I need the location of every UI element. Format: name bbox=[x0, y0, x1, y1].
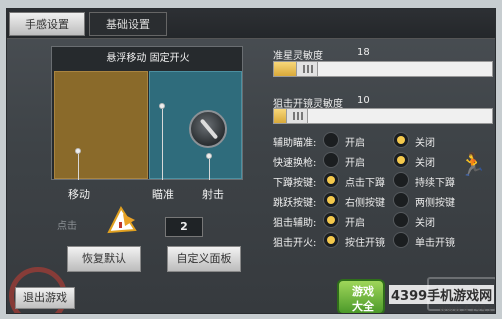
option-a-text: 右侧按键 bbox=[345, 198, 385, 209]
watermark-logo: 游戏 大全 bbox=[337, 279, 385, 313]
reset-default-button[interactable]: 恢复默认 bbox=[67, 246, 141, 272]
option-a-text: 点击下蹲 bbox=[345, 178, 385, 189]
move-leader bbox=[78, 154, 79, 180]
option-label: 狙击辅助: bbox=[273, 218, 317, 229]
slider-handle[interactable] bbox=[286, 109, 308, 123]
radio-option-a[interactable] bbox=[323, 192, 339, 208]
radio-option-b[interactable] bbox=[393, 172, 409, 188]
radio-option-a[interactable] bbox=[323, 172, 339, 188]
fire-label: 射击 bbox=[202, 188, 224, 201]
radio-option-a[interactable] bbox=[323, 152, 339, 168]
option-b-text: 两侧按键 bbox=[415, 198, 455, 209]
radio-option-a[interactable] bbox=[323, 212, 339, 228]
radio-option-b[interactable] bbox=[393, 212, 409, 228]
tab-bar: 手感设置 基础设置 bbox=[7, 9, 495, 39]
exit-game-button[interactable]: 退出游戏 bbox=[15, 287, 75, 309]
layout-number[interactable]: 2 bbox=[165, 217, 203, 237]
move-label: 移动 bbox=[68, 188, 90, 201]
option-sniper-assist: 狙击辅助: 开启 关闭 bbox=[273, 212, 495, 230]
option-b-text: 关闭 bbox=[415, 218, 435, 229]
move-zone bbox=[54, 71, 148, 179]
option-sniper-fire: 狙击开火: 按住开镜 单击开镜 bbox=[273, 232, 495, 250]
option-jump-key: 跳跃按键: 右侧按键 两侧按键 bbox=[273, 192, 495, 210]
watermark-url: www.4399.cn bbox=[439, 305, 496, 314]
slider-fill bbox=[274, 62, 298, 76]
option-b-text: 单击开镜 bbox=[415, 238, 455, 249]
fire-button-icon bbox=[189, 110, 227, 148]
radio-option-a[interactable] bbox=[323, 132, 339, 148]
watermark-site-name: 4399手机游戏网 bbox=[389, 285, 495, 304]
radio-option-b[interactable] bbox=[393, 132, 409, 148]
warning-icon bbox=[107, 205, 137, 234]
option-label: 跳跃按键: bbox=[273, 198, 317, 209]
option-label: 下蹲按键: bbox=[273, 178, 317, 189]
screenshot-frame: 手感设置 基础设置 悬浮移动 固定开火 移动 瞄准 射击 点击 2 恢复默认 自… bbox=[0, 0, 502, 319]
logo-text-top: 游戏 bbox=[352, 285, 374, 298]
option-a-text: 按住开镜 bbox=[345, 238, 385, 249]
aim-label: 瞄准 bbox=[152, 188, 174, 201]
aim-leader bbox=[162, 109, 163, 180]
option-aim-assist: 辅助瞄准: 开启 关闭 bbox=[273, 132, 495, 150]
radio-option-b[interactable] bbox=[393, 192, 409, 208]
radio-option-b[interactable] bbox=[393, 232, 409, 248]
radio-option-a[interactable] bbox=[323, 232, 339, 248]
fire-leader bbox=[209, 159, 210, 180]
option-b-text: 关闭 bbox=[415, 138, 435, 149]
option-a-text: 开启 bbox=[345, 158, 365, 169]
runner-icon: 🏃 bbox=[459, 153, 487, 178]
logo-text-bottom: 大全 bbox=[352, 300, 374, 313]
option-label: 狙击开火: bbox=[273, 238, 317, 249]
crosshair-sensitivity-slider[interactable] bbox=[273, 61, 493, 77]
crosshair-sensitivity-label: 准星灵敏度 bbox=[273, 51, 323, 62]
scope-sensitivity-slider[interactable] bbox=[273, 108, 493, 124]
radio-option-b[interactable] bbox=[393, 152, 409, 168]
scope-sensitivity-value: 10 bbox=[357, 95, 370, 106]
tab-basic-settings[interactable]: 基础设置 bbox=[89, 12, 167, 36]
crosshair-sensitivity-value: 18 bbox=[357, 47, 370, 58]
option-b-text: 持续下蹲 bbox=[415, 178, 455, 189]
ghost-hint-text: 点击 bbox=[57, 221, 77, 232]
option-label: 快速换枪: bbox=[273, 158, 317, 169]
slider-handle[interactable] bbox=[296, 62, 318, 76]
custom-panel-button[interactable]: 自定义面板 bbox=[167, 246, 241, 272]
settings-panel: 手感设置 基础设置 悬浮移动 固定开火 移动 瞄准 射击 点击 2 恢复默认 自… bbox=[6, 8, 496, 314]
option-a-text: 开启 bbox=[345, 138, 365, 149]
option-a-text: 开启 bbox=[345, 218, 365, 229]
option-b-text: 关闭 bbox=[415, 158, 435, 169]
layout-mode-title: 悬浮移动 固定开火 bbox=[106, 53, 190, 64]
option-label: 辅助瞄准: bbox=[273, 138, 317, 149]
tab-feel-settings[interactable]: 手感设置 bbox=[9, 12, 85, 36]
